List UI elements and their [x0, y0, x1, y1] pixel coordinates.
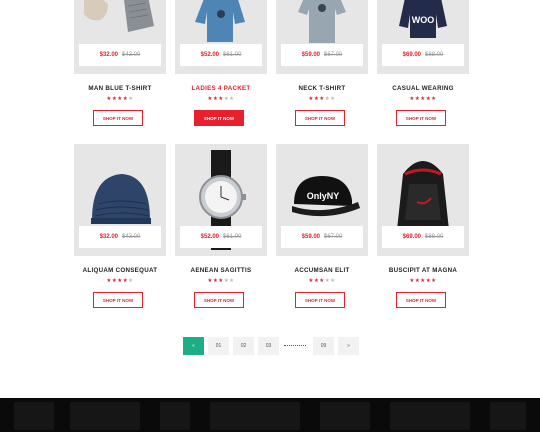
price-box: $59.00 $67.00 — [281, 226, 363, 248]
shop-now-button[interactable]: SHOP IT NOW — [295, 292, 345, 308]
old-price: $67.00 — [324, 52, 343, 58]
old-price: $61.00 — [223, 234, 242, 240]
page-01-button[interactable]: 01 — [208, 337, 229, 355]
product-name[interactable]: NECK T-SHIRT — [266, 85, 378, 92]
rating-stars: ★★★★★ — [106, 96, 134, 102]
price-box: $52.00 $61.00 — [180, 44, 262, 66]
page-02-button[interactable]: 02 — [233, 337, 254, 355]
rating-stars: ★★★★★ — [409, 96, 437, 102]
price-box: $59.00 $67.00 — [281, 44, 363, 66]
price: $32.00 — [99, 234, 118, 240]
product-name[interactable]: ACCUMSAN ELIT — [266, 267, 378, 274]
rating-stars: ★★★★★ — [308, 96, 336, 102]
rating-stars: ★★★★★ — [207, 278, 235, 284]
price: $69.00 — [402, 234, 421, 240]
page-09-button[interactable]: 09 — [313, 337, 334, 355]
old-price: $88.00 — [425, 52, 444, 58]
price-box: $69.00 $88.00 — [382, 44, 464, 66]
shop-now-button[interactable]: SHOP IT NOW — [93, 110, 143, 126]
price: $59.00 — [301, 52, 320, 58]
rating-stars: ★★★★★ — [409, 278, 437, 284]
rating-stars: ★★★★★ — [106, 278, 134, 284]
prev-page-button[interactable]: « — [183, 337, 204, 355]
rating-stars: ★★★★★ — [308, 278, 336, 284]
shop-now-button[interactable]: SHOP IT NOW — [396, 292, 446, 308]
rating-stars: ★★★★★ — [207, 96, 235, 102]
price: $32.00 — [99, 52, 118, 58]
old-price: $88.00 — [425, 234, 444, 240]
old-price: $67.00 — [324, 234, 343, 240]
product-name[interactable]: ALIQUAM CONSEQUAT — [64, 267, 176, 274]
price: $52.00 — [200, 52, 219, 58]
shop-now-button[interactable]: SHOP IT NOW — [396, 110, 446, 126]
page-03-button[interactable]: 03 — [258, 337, 279, 355]
price-box: $32.00 $43.00 — [79, 226, 161, 248]
price-box: $32.00 $43.00 — [79, 44, 161, 66]
old-price: $43.00 — [122, 234, 141, 240]
cap-print-text: OnlyNY — [307, 191, 340, 201]
hoodie-print-text: WOO — [412, 15, 435, 25]
product-name[interactable]: CASUAL WEARING — [367, 85, 479, 92]
price-box: $69.00 $88.00 — [382, 226, 464, 248]
product-name[interactable]: BUSCIPIT AT MAGNA — [367, 267, 479, 274]
shop-now-button[interactable]: SHOP IT NOW — [295, 110, 345, 126]
shop-now-button[interactable]: SHOP IT NOW — [194, 292, 244, 308]
shop-now-button[interactable]: SHOP IT NOW — [93, 292, 143, 308]
price: $59.00 — [301, 234, 320, 240]
price: $69.00 — [402, 52, 421, 58]
price: $52.00 — [200, 234, 219, 240]
footer-banner — [0, 398, 540, 432]
product-name[interactable]: MAN BLUE T-SHIRT — [64, 85, 176, 92]
old-price: $61.00 — [223, 52, 242, 58]
old-price: $43.00 — [122, 52, 141, 58]
product-name[interactable]: AENEAN SAGITTIS — [165, 267, 277, 274]
shop-now-button[interactable]: SHOP IT NOW — [194, 110, 244, 126]
product-name[interactable]: LADIES 4 PACKET — [165, 85, 277, 92]
page-ellipsis — [284, 345, 306, 346]
next-page-button[interactable]: » — [338, 337, 359, 355]
price-box: $52.00 $61.00 — [180, 226, 262, 248]
